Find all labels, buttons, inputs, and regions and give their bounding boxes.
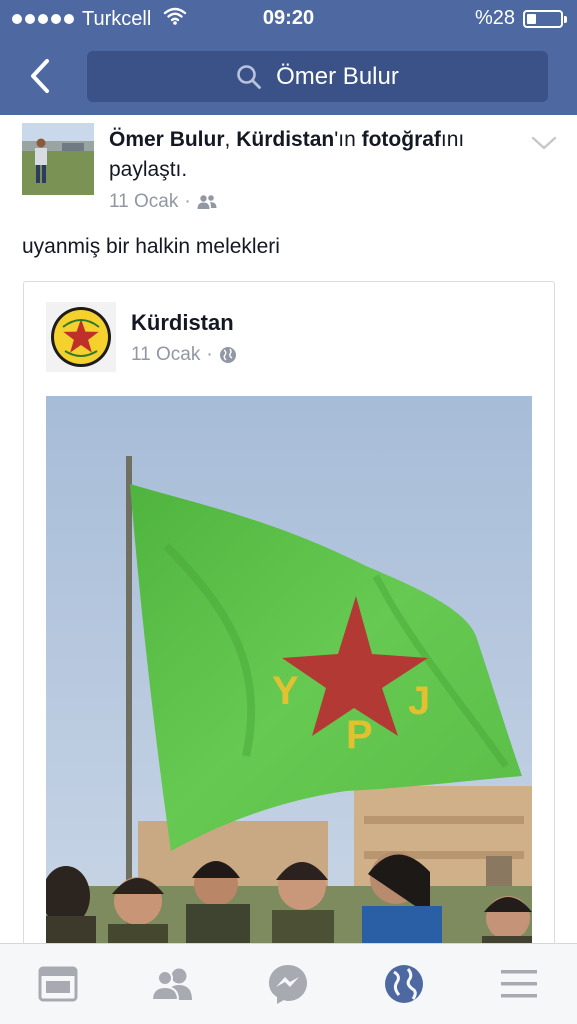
tab-notifications[interactable]: [374, 954, 434, 1014]
headline-separator: ,: [224, 128, 237, 151]
shared-page-suffix: 'ın: [334, 128, 356, 151]
top-header: Turkcell 09:20 %28 Ömer Bulur: [0, 0, 577, 115]
search-text: Ömer Bulur: [276, 62, 399, 90]
status-bar: Turkcell 09:20 %28: [0, 0, 577, 40]
menu-icon: [501, 970, 538, 998]
shared-post-card[interactable]: Kürdistan 11 Ocak · Y P J: [23, 281, 555, 981]
author-name-link[interactable]: Ömer Bulur: [109, 128, 225, 151]
post-date[interactable]: 11 Ocak: [109, 191, 178, 213]
globe-icon: [384, 965, 423, 1003]
page-name[interactable]: Kürdistan: [131, 310, 234, 336]
flag-letter-y: Y: [272, 669, 299, 713]
search-icon: [237, 64, 262, 89]
chevron-left-icon: [31, 59, 49, 93]
flag-letter-j: J: [408, 679, 430, 723]
status-right: %28: [474, 7, 567, 30]
battery-fill: [527, 13, 536, 24]
post-headline: Ömer Bulur, Kürdistan'ın fotoğrafını pay…: [109, 125, 509, 185]
globe-icon: [219, 347, 236, 363]
post-meta: 11 Ocak ·: [109, 191, 217, 213]
friends-icon: [151, 968, 193, 1001]
photo-link[interactable]: fotoğraf: [362, 128, 441, 151]
tab-more[interactable]: [489, 954, 549, 1014]
shared-photo[interactable]: Y P J: [46, 396, 532, 956]
shared-meta: 11 Ocak ·: [131, 344, 237, 366]
meta-dot: ·: [206, 344, 213, 365]
post-caption: uyanmiş bir halkin melekleri: [22, 235, 280, 258]
news-feed-icon: [38, 966, 78, 1002]
back-button[interactable]: [24, 56, 56, 96]
chevron-down-icon: [531, 136, 557, 150]
messenger-icon: [269, 965, 308, 1004]
battery-percent: %28: [474, 7, 515, 29]
page-logo[interactable]: [46, 302, 116, 372]
tab-friend-requests[interactable]: [143, 954, 203, 1014]
post-header: Ömer Bulur, Kürdistan'ın fotoğrafını pay…: [0, 115, 577, 225]
shared-date[interactable]: 11 Ocak: [131, 344, 200, 366]
bottom-tab-bar: [0, 943, 577, 1024]
shared-page-link[interactable]: Kürdistan: [236, 128, 334, 151]
author-avatar[interactable]: [22, 123, 94, 195]
tab-news-feed[interactable]: [28, 954, 88, 1014]
search-field[interactable]: Ömer Bulur: [87, 51, 548, 102]
friends-icon: [197, 195, 217, 209]
tab-messenger[interactable]: [258, 954, 318, 1014]
meta-dot: ·: [184, 191, 191, 212]
post-menu-button[interactable]: [530, 133, 558, 153]
flag-letter-p: P: [346, 713, 373, 757]
battery-icon: [523, 9, 567, 28]
